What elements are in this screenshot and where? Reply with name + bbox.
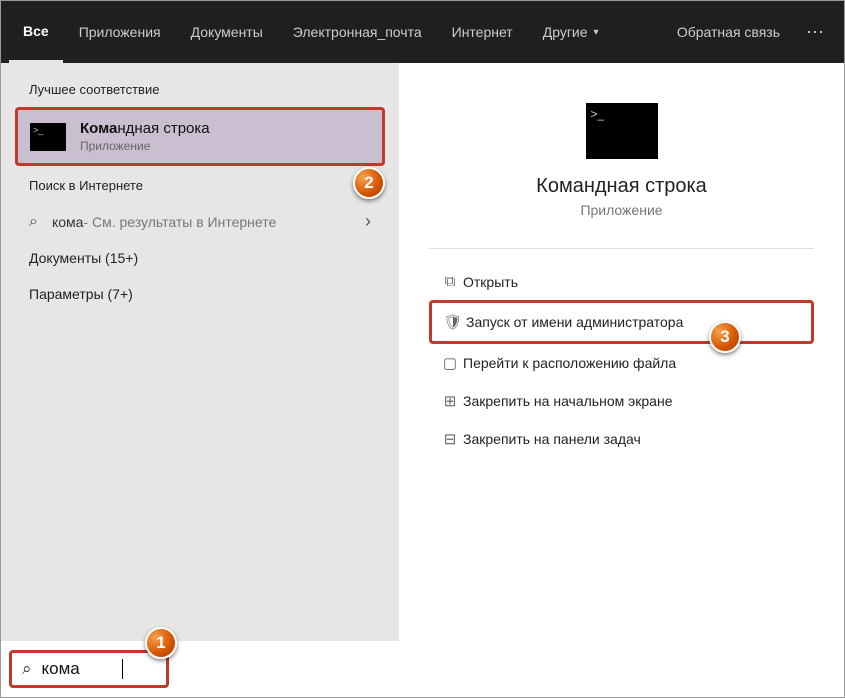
preview-title: Командная строка (429, 175, 814, 198)
tab-email[interactable]: Электронная_почта (279, 1, 436, 63)
settings-category[interactable]: Параметры (7+) (15, 276, 385, 312)
preview-panel: Командная строка Приложение ⧉ Открыть 🛡 … (399, 63, 844, 643)
chevron-down-icon: ▾ (594, 27, 599, 38)
annotation-badge-2: 2 (353, 167, 385, 199)
action-pin-start[interactable]: ⊞ Закрепить на начальном экране (429, 382, 814, 420)
action-run-admin-label: Запуск от имени администратора (466, 314, 683, 330)
web-search-item[interactable]: ⌕ кома - См. результаты в Интернете › (15, 203, 385, 240)
preview-cmd-icon (586, 103, 658, 159)
search-bar: ⌕ (1, 641, 844, 697)
tab-documents[interactable]: Документы (177, 1, 277, 63)
best-match-text: Командная строка Приложение (80, 120, 210, 153)
web-search-header: Поиск в Интернете (29, 178, 385, 193)
main-area: Лучшее соответствие Командная строка При… (1, 63, 844, 643)
action-open-label: Открыть (463, 274, 518, 290)
text-caret (122, 659, 123, 679)
best-match-title: Командная строка (80, 120, 210, 137)
tab-other[interactable]: Другие ▾ (529, 1, 613, 63)
top-tabs: Все Приложения Документы Электронная_поч… (1, 1, 844, 63)
tab-all[interactable]: Все (9, 1, 63, 63)
action-file-location[interactable]: ▢ Перейти к расположению файла (429, 344, 814, 382)
chevron-right-icon: › (365, 211, 371, 232)
open-icon: ⧉ (437, 273, 463, 290)
action-open[interactable]: ⧉ Открыть (429, 263, 814, 300)
folder-icon: ▢ (437, 354, 463, 372)
results-panel: Лучшее соответствие Командная строка При… (1, 63, 399, 643)
tab-internet[interactable]: Интернет (438, 1, 527, 63)
best-match-item[interactable]: Командная строка Приложение (15, 107, 385, 166)
annotation-badge-1: 1 (145, 627, 177, 659)
action-pin-taskbar-label: Закрепить на панели задач (463, 431, 641, 447)
feedback-link[interactable]: Обратная связь (663, 6, 794, 58)
cmd-icon (30, 123, 66, 151)
best-match-rest: ндная строка (117, 120, 209, 137)
tab-other-label: Другие (543, 24, 588, 40)
search-input[interactable] (42, 659, 122, 679)
pin-start-icon: ⊞ (437, 392, 463, 410)
search-icon: ⌕ (22, 659, 32, 679)
documents-category[interactable]: Документы (15+) (15, 240, 385, 276)
best-match-header: Лучшее соответствие (29, 82, 385, 97)
divider (429, 248, 814, 249)
more-icon[interactable]: ⋯ (796, 4, 836, 61)
preview-subtitle: Приложение (429, 202, 814, 218)
best-match-subtitle: Приложение (80, 139, 210, 153)
action-pin-taskbar[interactable]: ⊟ Закрепить на панели задач (429, 420, 814, 458)
search-icon: ⌕ (29, 213, 38, 231)
web-subtitle: - См. результаты в Интернете (83, 214, 276, 230)
pin-taskbar-icon: ⊟ (437, 430, 463, 448)
action-file-location-label: Перейти к расположению файла (463, 355, 676, 371)
search-box[interactable]: ⌕ (9, 650, 169, 688)
tab-apps[interactable]: Приложения (65, 1, 175, 63)
shield-icon: 🛡 (440, 313, 466, 331)
action-pin-start-label: Закрепить на начальном экране (463, 393, 673, 409)
annotation-badge-3: 3 (709, 321, 741, 353)
web-query: кома (52, 214, 83, 230)
best-match-hl: Кома (80, 120, 117, 137)
action-run-as-admin[interactable]: 🛡 Запуск от имени администратора (429, 300, 814, 344)
